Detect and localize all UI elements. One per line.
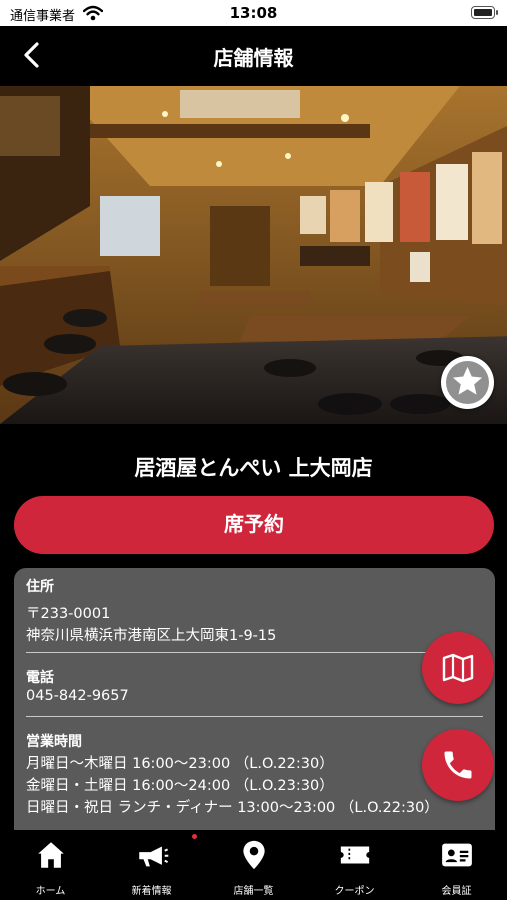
status-time: 13:08 <box>229 4 278 22</box>
map-icon <box>442 653 474 683</box>
tab-member-card[interactable]: 会員証 <box>406 830 507 900</box>
store-name: 居酒屋とんぺい 上大岡店 <box>134 456 373 480</box>
tab-coupon-label: クーポン <box>334 886 375 897</box>
map-button[interactable] <box>422 632 494 704</box>
phone-label: 電話 <box>26 670 54 686</box>
phone-number[interactable]: 045-842-9657 <box>26 688 129 704</box>
tab-news-label: 新着情報 <box>131 886 172 897</box>
hours-label: 営業時間 <box>26 734 82 750</box>
favorite-button[interactable] <box>441 356 494 409</box>
map-pin-icon <box>243 840 265 870</box>
page-title: 店舗情報 <box>213 46 294 70</box>
reserve-button[interactable]: 席予約 <box>14 496 494 554</box>
hours-line: 日曜日・祝日 ランチ・ディナー 13:00〜23:00 （L.O.22:30） <box>26 800 439 816</box>
tab-home[interactable]: ホーム <box>0 830 101 900</box>
tab-coupon[interactable]: クーポン <box>304 830 405 900</box>
tab-stores[interactable]: 店舗一覧 <box>203 830 304 900</box>
postal-code: 〒233-0001 <box>26 606 111 622</box>
tab-member-card-label: 会員証 <box>441 886 472 897</box>
navigation-bar: 店舗情報 <box>0 26 507 86</box>
star-icon <box>452 366 483 395</box>
megaphone-icon <box>139 846 169 867</box>
restaurant-photo <box>0 86 507 424</box>
ticket-icon <box>340 846 370 864</box>
hours-line: 月曜日〜木曜日 16:00〜23:00 （L.O.22:30） <box>26 756 334 772</box>
tab-home-label: ホーム <box>35 886 66 897</box>
member-card-icon <box>442 843 472 867</box>
divider <box>26 716 483 717</box>
news-notification-badge <box>192 834 197 839</box>
address-label: 住所 <box>26 579 54 595</box>
status-bar: 通信事業者 13:08 <box>0 0 507 26</box>
hours-line: 金曜日・土曜日 16:00〜24:00 （L.O.23:30） <box>26 778 334 794</box>
tab-news[interactable]: 新着情報 <box>101 830 202 900</box>
call-button[interactable] <box>422 729 494 801</box>
address-text: 神奈川県横浜市港南区上大岡東1-9-15 <box>26 628 277 644</box>
divider <box>26 652 483 653</box>
store-info-card: 住所 〒233-0001 神奈川県横浜市港南区上大岡東1-9-15 電話 045… <box>14 568 495 830</box>
phone-icon <box>444 751 472 779</box>
home-icon <box>38 842 64 868</box>
tab-bar: ホーム 新着情報 店舗一覧 クーポン 会員証 <box>0 830 507 900</box>
battery-icon <box>471 6 498 19</box>
tab-stores-label: 店舗一覧 <box>233 886 274 897</box>
